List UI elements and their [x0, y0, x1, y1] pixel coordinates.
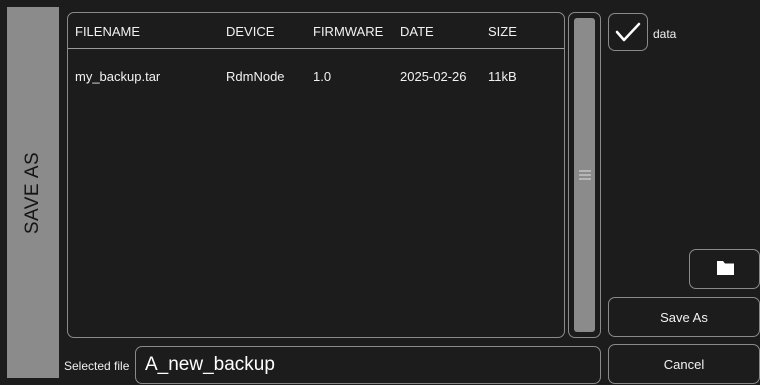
save-as-button[interactable]: Save As	[608, 297, 760, 337]
cancel-button[interactable]: Cancel	[608, 344, 760, 384]
cell-size: 11kB	[488, 69, 517, 84]
column-header-device[interactable]: DEVICE	[226, 24, 274, 39]
browse-folder-button[interactable]	[689, 249, 760, 289]
filename-input[interactable]	[135, 346, 601, 384]
side-title-panel: SAVE AS	[7, 7, 59, 378]
data-checkbox-label: data	[653, 27, 677, 41]
dialog-title: SAVE AS	[22, 151, 43, 234]
cell-filename: my_backup.tar	[75, 69, 161, 84]
cell-firmware: 1.0	[313, 69, 332, 84]
cell-date: 2025-02-26	[400, 69, 467, 84]
column-header-firmware[interactable]: FIRMWARE	[313, 24, 383, 39]
scrollbar[interactable]	[568, 12, 601, 338]
file-table: FILENAME DEVICE FIRMWARE DATE SIZE my_ba…	[67, 12, 565, 338]
table-row[interactable]: my_backup.tar RdmNode 1.0 2025-02-26 11k…	[68, 48, 564, 88]
check-icon	[615, 22, 641, 42]
scrollbar-thumb[interactable]	[574, 18, 595, 332]
table-header: FILENAME DEVICE FIRMWARE DATE SIZE	[68, 13, 564, 49]
data-checkbox[interactable]	[608, 13, 648, 51]
folder-icon	[717, 261, 734, 275]
grip-lines-icon	[578, 170, 591, 180]
selected-file-label: Selected file	[64, 359, 130, 373]
column-header-size[interactable]: SIZE	[488, 24, 517, 39]
column-header-date[interactable]: DATE	[400, 24, 434, 39]
cell-device: RdmNode	[226, 69, 285, 84]
column-header-filename[interactable]: FILENAME	[75, 24, 140, 39]
